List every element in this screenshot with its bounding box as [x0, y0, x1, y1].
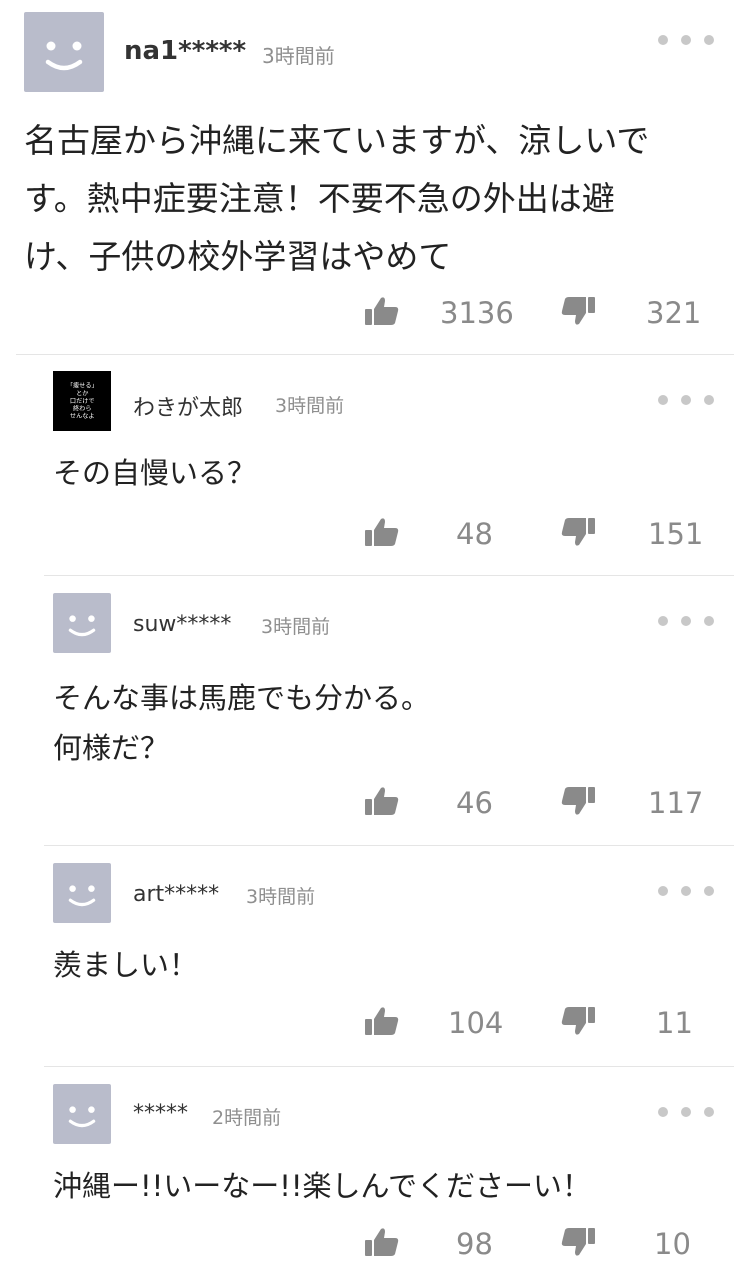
- more-options-icon[interactable]: [658, 30, 714, 50]
- thumbs-up-icon[interactable]: [364, 1225, 400, 1261]
- comment-timestamp: 3時間前: [275, 395, 345, 417]
- thumbs-down-icon[interactable]: [560, 1004, 596, 1040]
- comment-username[interactable]: *****: [133, 1101, 188, 1126]
- comment-body: その自慢いる？: [53, 456, 257, 490]
- comment-item: na1***** 3時間前 名古屋から沖縄に来ていますが、涼しいで す。熱中症要…: [0, 0, 750, 355]
- avatar[interactable]: 「痩せる」 とか 口だけで 終わら せんなよ: [53, 371, 111, 431]
- dislike-count: 10: [654, 1227, 691, 1261]
- thumbs-down-icon[interactable]: [560, 1225, 596, 1261]
- like-count: 98: [456, 1227, 493, 1261]
- comment-username[interactable]: art*****: [133, 882, 219, 907]
- smiley-avatar-icon: [68, 1106, 96, 1128]
- dislike-count: 321: [646, 296, 702, 330]
- thumbs-up-icon[interactable]: [364, 294, 400, 330]
- thumbs-down-icon[interactable]: [560, 784, 596, 820]
- comment-timestamp: 3時間前: [246, 886, 316, 908]
- like-count: 48: [456, 517, 493, 551]
- reply-item: art***** 3時間前 羨ましい！ 104 11: [0, 846, 750, 1067]
- avatar[interactable]: [53, 593, 111, 653]
- avatar-image-text: 「痩せる」 とか 口だけで 終わら せんなよ: [66, 382, 98, 420]
- smiley-avatar-icon: [68, 615, 96, 637]
- dislike-count: 117: [648, 786, 704, 820]
- like-count: 3136: [440, 296, 514, 330]
- dislike-count: 11: [656, 1006, 693, 1040]
- thumbs-up-icon[interactable]: [364, 1004, 400, 1040]
- avatar[interactable]: [53, 863, 111, 923]
- more-options-icon[interactable]: [658, 881, 714, 901]
- avatar[interactable]: [53, 1084, 111, 1144]
- comment-username[interactable]: na1*****: [124, 36, 246, 66]
- thumbs-down-icon[interactable]: [560, 294, 596, 330]
- comment-timestamp: 3時間前: [262, 44, 335, 68]
- dislike-count: 151: [648, 517, 704, 551]
- thumbs-up-icon[interactable]: [364, 784, 400, 820]
- more-options-icon[interactable]: [658, 390, 714, 410]
- thumbs-up-icon[interactable]: [364, 515, 400, 551]
- reply-item: suw***** 3時間前 そんな事は馬鹿でも分かる。 何様だ？ 46 117: [0, 576, 750, 846]
- more-options-icon[interactable]: [658, 1102, 714, 1122]
- like-count: 46: [456, 786, 493, 820]
- like-count: 104: [448, 1006, 504, 1040]
- comment-body: 羨ましい！: [53, 948, 199, 982]
- comment-body: そんな事は馬鹿でも分かる。 何様だ？: [53, 681, 431, 765]
- avatar[interactable]: [24, 12, 104, 92]
- comment-timestamp: 3時間前: [261, 616, 331, 638]
- more-options-icon[interactable]: [658, 611, 714, 631]
- smiley-avatar-icon: [68, 885, 96, 907]
- reply-item: 「痩せる」 とか 口だけで 終わら せんなよ わきが太郎 3時間前 その自慢いる…: [0, 355, 750, 576]
- thumbs-down-icon[interactable]: [560, 515, 596, 551]
- comment-username[interactable]: わきが太郎: [133, 390, 243, 422]
- reply-item: ***** 2時間前 沖縄ー!!いーなー!!楽しんでくださーい！ 98 10: [0, 1067, 750, 1280]
- comment-username[interactable]: suw*****: [133, 612, 231, 637]
- comment-body: 名古屋から沖縄に来ていますが、涼しいで す。熱中症要注意！不要不急の外出は避 け…: [24, 121, 650, 276]
- smiley-avatar-icon: [45, 41, 83, 71]
- comment-timestamp: 2時間前: [212, 1107, 282, 1129]
- comment-body: 沖縄ー!!いーなー!!楽しんでくださーい！: [53, 1169, 592, 1203]
